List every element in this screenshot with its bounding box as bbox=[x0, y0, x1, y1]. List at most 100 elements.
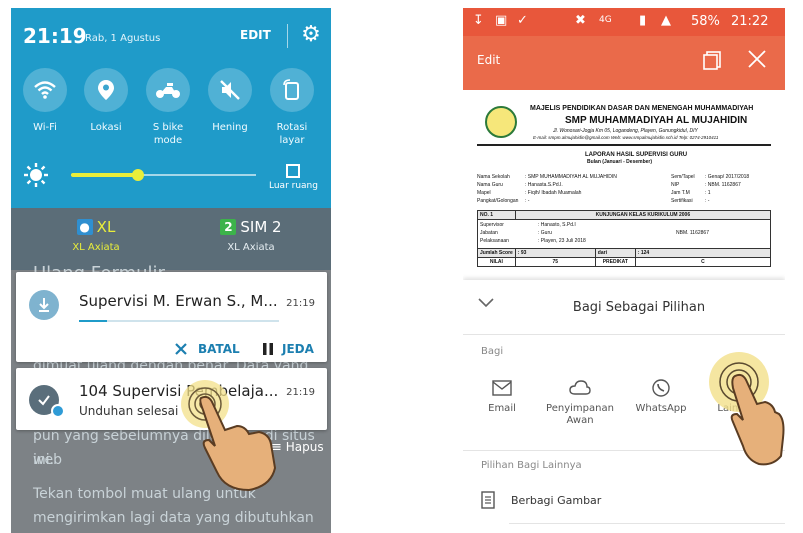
cancel-label: BATAL bbox=[198, 342, 240, 356]
share-app-whatsapp[interactable]: WhatsApp bbox=[631, 376, 691, 415]
table-cell: PREDIKAT bbox=[594, 257, 636, 267]
doc-school-name: SMP MUHAMMADIYAH AL MUJAHIDIN bbox=[565, 115, 748, 126]
share-app-email[interactable]: Email bbox=[477, 376, 527, 415]
brightness-slider-handle[interactable] bbox=[131, 169, 144, 181]
field-key: Mapel bbox=[477, 190, 491, 196]
divider bbox=[463, 334, 785, 335]
mute-icon: ✖ bbox=[575, 13, 586, 28]
table-value: : Playen, 23 Juli 2018 bbox=[538, 238, 586, 244]
field-key: NIP bbox=[671, 182, 680, 188]
toggle-rotate[interactable]: Rotasi layar bbox=[263, 68, 321, 147]
toggle-label: Hening bbox=[212, 122, 248, 133]
table-label: Supervisor bbox=[480, 222, 504, 228]
share-image-label: Berbagi Gambar bbox=[511, 493, 602, 507]
status-bar: ↧ ▣ ✓ ✖ 4G ▮ ▲ 58% 21:22 bbox=[463, 8, 785, 36]
edit-button[interactable]: Edit bbox=[477, 53, 500, 67]
doc-contact: E-mail: smpm.almujahidin@gmail.com Web: … bbox=[533, 135, 719, 140]
table-label: Jabatan bbox=[480, 230, 498, 236]
outdoor-label: Luar ruang bbox=[269, 181, 318, 191]
notification-time: 21:19 bbox=[286, 298, 315, 309]
brightness-icon bbox=[24, 163, 48, 187]
field-key: Sertifikasi bbox=[671, 198, 693, 204]
download-notification[interactable]: Supervisi M. Erwan S., M... 21:19 BATAL … bbox=[16, 272, 327, 362]
signal-icon: ▮ bbox=[639, 13, 647, 28]
outdoor-checkbox[interactable] bbox=[286, 164, 300, 178]
table-cell: : 124 bbox=[634, 248, 772, 258]
tap-hand-icon bbox=[709, 352, 785, 466]
table-cell: C bbox=[634, 257, 772, 267]
wifi-icon bbox=[23, 68, 67, 112]
header-rule bbox=[477, 144, 771, 146]
copy-icon[interactable] bbox=[701, 49, 723, 71]
quick-settings-panel: 21:19 Rab, 1 Agustus EDIT ⚙ Wi-Fi Lokasi… bbox=[11, 8, 331, 208]
table-value: NBM. 1162867 bbox=[676, 230, 709, 236]
divider bbox=[509, 523, 785, 524]
rotate-screen-icon bbox=[270, 68, 314, 112]
toggle-mute[interactable]: Hening bbox=[201, 68, 259, 134]
app-label: WhatsApp bbox=[635, 403, 687, 414]
field-value: : - bbox=[705, 198, 710, 204]
document-preview: MAJELIS PENDIDIKAN DASAR DAN MENENGAH MU… bbox=[475, 103, 773, 291]
toggle-location[interactable]: Lokasi bbox=[77, 68, 135, 134]
download-icon bbox=[29, 290, 59, 320]
doc-subtitle: Bulan (Januari - Desember) bbox=[587, 159, 653, 165]
cloud-icon bbox=[535, 376, 625, 400]
table-cell: : 93 bbox=[514, 248, 596, 258]
pause-label: JEDA bbox=[282, 342, 314, 356]
doc-title: LAPORAN HASIL SUPERVISI GURU bbox=[585, 152, 688, 158]
check-badge-icon bbox=[51, 404, 65, 418]
section-label: Pilihan Bagi Lainnya bbox=[481, 460, 582, 471]
sim-1[interactable]: ● XL XL Axiata bbox=[66, 218, 126, 253]
share-app-cloud[interactable]: Penyimpanan Awan bbox=[535, 376, 625, 427]
cancel-button[interactable]: BATAL bbox=[174, 342, 240, 356]
brightness-slider-fill bbox=[71, 173, 138, 177]
image-icon: ▣ bbox=[495, 13, 508, 28]
field-value: : Fiqih/ Ibadah Muamalah bbox=[525, 190, 582, 196]
edit-button[interactable]: EDIT bbox=[240, 28, 271, 42]
sim-name: XL bbox=[96, 218, 116, 236]
field-key: Pangkat/Golongan bbox=[477, 198, 519, 204]
battery-percent: 58% bbox=[691, 14, 720, 29]
field-value: : Hanasta.S.Pd.I. bbox=[525, 182, 563, 188]
sim-2[interactable]: 2 SIM 2 XL Axiata bbox=[211, 218, 291, 253]
sim-card-icon: ● bbox=[76, 219, 93, 235]
tap-hand-icon bbox=[181, 380, 277, 492]
notification-shade-screen: 21:19 Rab, 1 Agustus EDIT ⚙ Wi-Fi Lokasi… bbox=[11, 8, 331, 533]
brightness-row: Luar ruang bbox=[11, 156, 331, 196]
sim-badge: 2 bbox=[220, 219, 237, 235]
toggle-wifi[interactable]: Wi-Fi bbox=[16, 68, 74, 134]
notification-title: Supervisi M. Erwan S., M... bbox=[79, 292, 278, 310]
section-label: Bagi bbox=[481, 346, 504, 357]
table-cell: Jumlah Score bbox=[477, 248, 516, 258]
toggle-bike-mode[interactable]: S bike mode bbox=[139, 68, 197, 147]
sim-name: SIM 2 bbox=[240, 218, 282, 236]
table-cell: NO. 1 bbox=[477, 210, 516, 220]
field-value: : 1 bbox=[705, 190, 711, 196]
pause-button[interactable]: JEDA bbox=[262, 342, 314, 356]
notification-subtitle: Unduhan selesai bbox=[79, 404, 179, 418]
background-text: ini. bbox=[33, 452, 55, 468]
table-label: Pelaksanaan bbox=[480, 238, 509, 244]
gear-icon[interactable]: ⚙ bbox=[298, 22, 324, 48]
whatsapp-icon bbox=[631, 376, 691, 400]
toggle-label: Wi-Fi bbox=[33, 122, 57, 133]
sim-carrier: XL Axiata bbox=[72, 242, 120, 253]
app-label: Email bbox=[488, 403, 516, 414]
table-cell: dari bbox=[594, 248, 636, 258]
pause-icon bbox=[263, 343, 273, 355]
toggle-label: S bike mode bbox=[152, 122, 184, 146]
mail-icon bbox=[477, 376, 527, 400]
close-icon[interactable] bbox=[745, 47, 769, 71]
toggle-label: Lokasi bbox=[90, 122, 122, 133]
signal-bars-icon: ▲ bbox=[661, 13, 671, 28]
viewer-toolbar: Edit bbox=[463, 36, 785, 90]
field-key: Nama Guru bbox=[477, 182, 503, 188]
school-logo bbox=[485, 106, 517, 138]
table-cell: 75 bbox=[514, 257, 596, 267]
background-text: mengirimkan lagi data yang dibutuhkan bbox=[33, 510, 314, 526]
share-image-option[interactable]: Berbagi Gambar bbox=[481, 491, 601, 509]
sim-carrier: XL Axiata bbox=[227, 242, 275, 253]
share-sheet-title: Bagi Sebagai Pilihan bbox=[572, 300, 706, 315]
sim-selector: ● XL XL Axiata 2 SIM 2 XL Axiata bbox=[11, 208, 331, 270]
share-screen: ↧ ▣ ✓ ✖ 4G ▮ ▲ 58% 21:22 Edit MAJELIS PE… bbox=[463, 8, 785, 533]
